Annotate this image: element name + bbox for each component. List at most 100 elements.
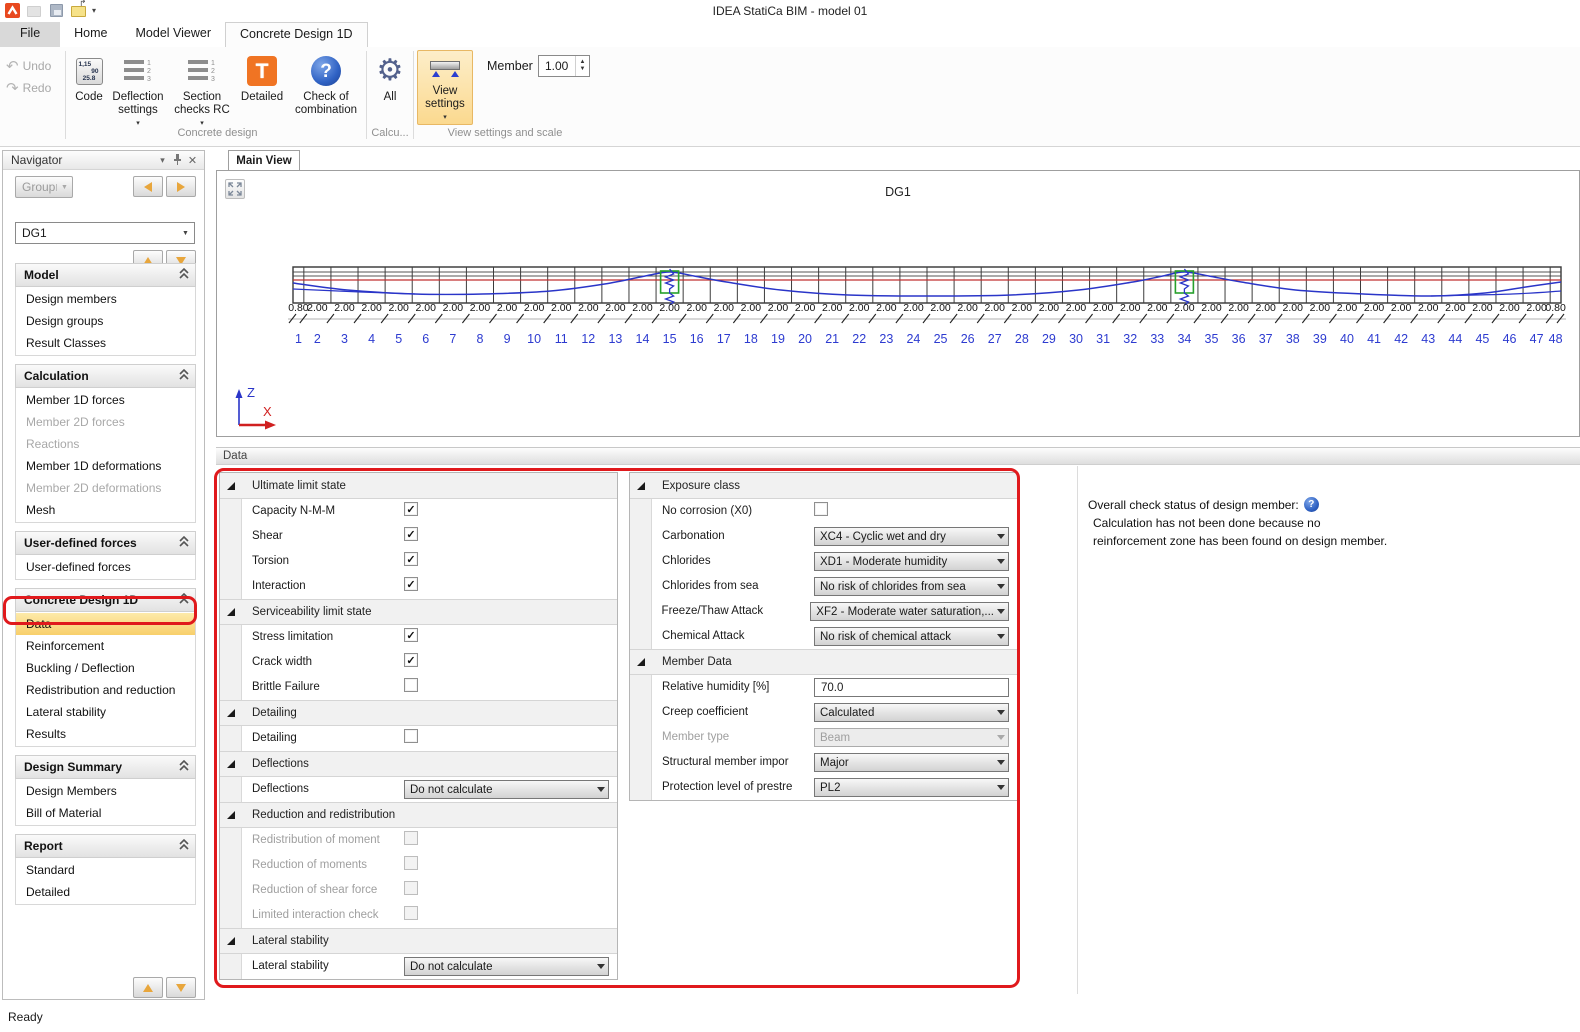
design-group-combobox[interactable]: DG1 ▼ [15, 222, 195, 244]
collapse-chevron-icon[interactable] [179, 593, 189, 608]
deflections-dropdown[interactable]: Do not calculate [404, 780, 609, 799]
chlorides-from-sea-dropdown[interactable]: No risk of chlorides from sea [814, 577, 1009, 596]
navigator-section-header-user-defined-forces[interactable]: User-defined forces [15, 531, 196, 555]
navigator-section-header-model[interactable]: Model [15, 263, 196, 287]
brittle-failure-checkbox[interactable] [404, 678, 418, 692]
freeze-thaw-attack-dropdown[interactable]: XF2 - Moderate water saturation,... [810, 602, 1009, 621]
navigator-item-standard[interactable]: Standard [16, 859, 195, 881]
shear-checkbox[interactable]: ✓ [404, 527, 418, 541]
section-header-deflections[interactable]: Deflections [220, 751, 617, 777]
collapse-chevron-icon[interactable] [179, 268, 189, 283]
carbonation-dropdown[interactable]: XC4 - Cyclic wet and dry [814, 527, 1009, 546]
calculate-all-button[interactable]: ⚙ All [369, 50, 411, 138]
expander-triangle-icon[interactable] [227, 482, 235, 490]
x-axis-label: X [263, 404, 272, 419]
navigator-item-design-members[interactable]: Design Members [16, 780, 195, 802]
lateral-stability-dropdown[interactable]: Do not calculate [404, 957, 609, 976]
navigator-item-design-groups[interactable]: Design groups [16, 310, 195, 332]
navigator-item-data[interactable]: Data [16, 613, 195, 635]
chemical-attack-dropdown[interactable]: No risk of chemical attack [814, 627, 1009, 646]
close-icon[interactable]: ✕ [185, 154, 200, 167]
chlorides-dropdown[interactable]: XD1 - Moderate humidity [814, 552, 1009, 571]
collapse-chevron-icon[interactable] [179, 369, 189, 384]
previous-group-button[interactable] [133, 176, 163, 197]
member-scale-stepper[interactable]: 1.00 ▲▼ [538, 55, 590, 77]
structural-member-impor-dropdown[interactable]: Major [814, 753, 1009, 772]
pin-icon[interactable] [170, 154, 185, 167]
expander-triangle-icon[interactable] [227, 709, 235, 717]
code-button[interactable]: 1,15 90 25.8 Code [70, 50, 108, 138]
navigator-item-redistribution-and-reduction[interactable]: Redistribution and reduction [16, 679, 195, 701]
section-header-serviceability-limit-state[interactable]: Serviceability limit state [220, 599, 617, 625]
interaction-checkbox[interactable]: ✓ [404, 577, 418, 591]
section-header-reduction-and-redistribution[interactable]: Reduction and redistribution [220, 802, 617, 828]
navigator-item-result-classes[interactable]: Result Classes [16, 332, 195, 354]
navigator-section-header-concrete-design-1d[interactable]: Concrete Design 1D [15, 588, 196, 612]
navigator-item-user-defined-forces[interactable]: User-defined forces [16, 556, 195, 578]
expander-triangle-icon[interactable] [227, 760, 235, 768]
ribbon-tab-concrete-design-1d[interactable]: Concrete Design 1D [225, 22, 368, 47]
tab-main-view[interactable]: Main View [228, 150, 300, 171]
expander-triangle-icon[interactable] [637, 482, 645, 490]
svg-text:11: 11 [555, 332, 568, 346]
torsion-checkbox[interactable]: ✓ [404, 552, 418, 566]
panel-menu-caret-icon[interactable]: ▾ [155, 155, 170, 166]
undo-button[interactable]: ↶ Undo [6, 55, 51, 77]
ribbon-tab-home[interactable]: Home [60, 22, 121, 47]
property-label: Carbonation [652, 524, 814, 549]
collapse-chevron-icon[interactable] [179, 536, 189, 551]
navigator-item-member-1d-deformations[interactable]: Member 1D deformations [16, 455, 195, 477]
navigator-item-bill-of-material[interactable]: Bill of Material [16, 802, 195, 824]
expander-triangle-icon[interactable] [227, 811, 235, 819]
navigator-item-buckling-deflection[interactable]: Buckling / Deflection [16, 657, 195, 679]
protection-level-of-prestre-dropdown[interactable]: PL2 [814, 778, 1009, 797]
help-icon[interactable]: ? [1304, 497, 1319, 512]
deflection-settings-button[interactable]: 1 2 3 Deflection settings▾ [108, 50, 168, 138]
section-checks-rc-button[interactable]: 1 2 3 Section checks RC▾ [170, 50, 234, 138]
navigator-section-header-report[interactable]: Report [15, 834, 196, 858]
check-of-combination-button[interactable]: ? Check of combination [289, 50, 363, 138]
svg-text:2.00: 2.00 [876, 302, 897, 314]
navigator-section-header-design-summary[interactable]: Design Summary [15, 755, 196, 779]
view-settings-button[interactable]: View settings▾ [417, 50, 473, 125]
group-mode-button[interactable]: Group ▼ [15, 176, 73, 198]
redo-button[interactable]: ↷ Redo [6, 77, 51, 99]
expander-triangle-icon[interactable] [637, 658, 645, 666]
section-header-exposure-class[interactable]: Exposure class [630, 473, 1017, 499]
detailed-button[interactable]: T Detailed [238, 50, 286, 138]
property-label: Detailing [242, 726, 404, 751]
property-label: Lateral stability [242, 954, 404, 979]
expander-triangle-icon[interactable] [227, 937, 235, 945]
scroll-down-button[interactable] [166, 977, 196, 998]
relative-humidity-input[interactable]: 70.0 [814, 678, 1009, 697]
section-header-detailing[interactable]: Detailing [220, 700, 617, 726]
navigator-item-reinforcement[interactable]: Reinforcement [16, 635, 195, 657]
no-corrosion-x0-checkbox[interactable] [814, 502, 828, 516]
section-header-ultimate-limit-state[interactable]: Ultimate limit state [220, 473, 617, 499]
navigator-item-lateral-stability[interactable]: Lateral stability [16, 701, 195, 723]
navigator-item-detailed[interactable]: Detailed [16, 881, 195, 903]
navigator-item-design-members[interactable]: Design members [16, 288, 195, 310]
scroll-up-button[interactable] [133, 977, 163, 998]
expander-triangle-icon[interactable] [227, 608, 235, 616]
navigator-item-results[interactable]: Results [16, 723, 195, 745]
navigator-section-header-calculation[interactable]: Calculation [15, 364, 196, 388]
collapse-chevron-icon[interactable] [179, 760, 189, 775]
ribbon-tab-model-viewer[interactable]: Model Viewer [122, 22, 226, 47]
capacity-n-m-m-checkbox[interactable]: ✓ [404, 502, 418, 516]
main-view-canvas[interactable]: DG1 0.8012.0022.0032.0042.0052.0062.0072… [216, 170, 1580, 437]
creep-coefficient-dropdown[interactable]: Calculated [814, 703, 1009, 722]
svg-text:2.00: 2.00 [1472, 302, 1493, 314]
next-group-button[interactable] [166, 176, 196, 197]
detailing-checkbox[interactable] [404, 729, 418, 743]
stepper-arrows-icon[interactable]: ▲▼ [575, 56, 589, 76]
collapse-chevron-icon[interactable] [179, 839, 189, 854]
navigator-item-member-1d-forces[interactable]: Member 1D forces [16, 389, 195, 411]
navigator-item-mesh[interactable]: Mesh [16, 499, 195, 521]
ribbon-tab-file[interactable]: File [0, 22, 60, 47]
svg-text:45: 45 [1475, 332, 1489, 346]
section-header-lateral-stability[interactable]: Lateral stability [220, 928, 617, 954]
stress-limitation-checkbox[interactable]: ✓ [404, 628, 418, 642]
section-header-member-data[interactable]: Member Data [630, 649, 1017, 675]
crack-width-checkbox[interactable]: ✓ [404, 653, 418, 667]
